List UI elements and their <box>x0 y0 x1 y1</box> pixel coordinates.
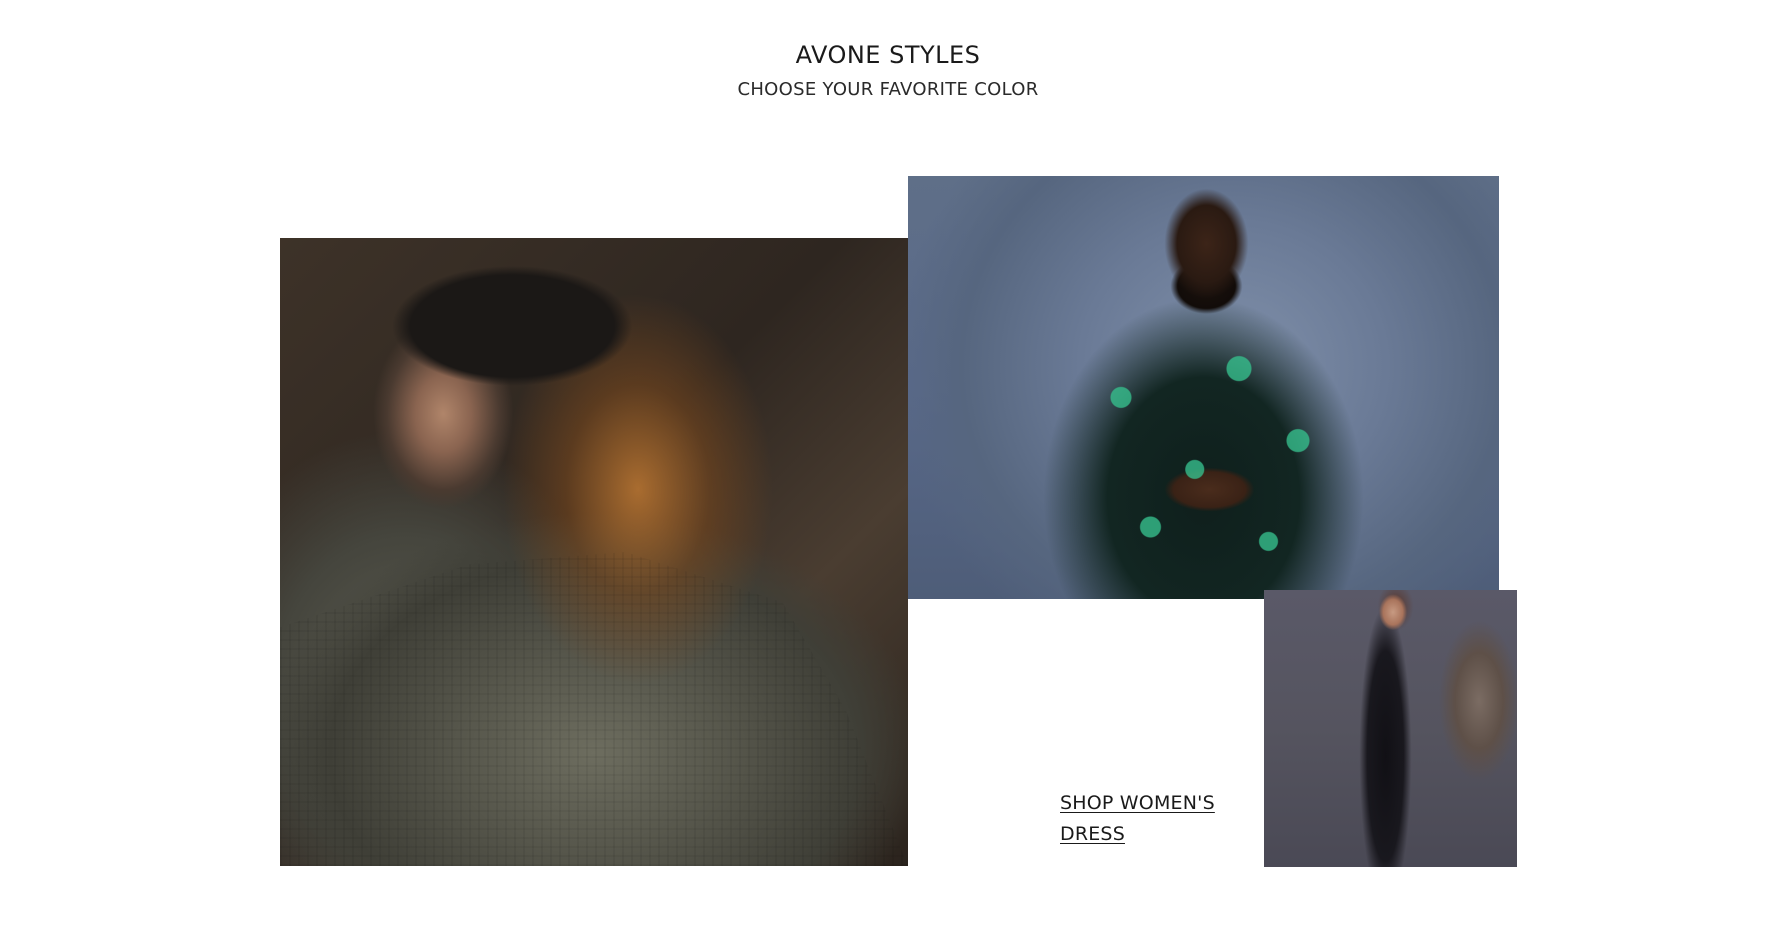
man-in-patterned-shirt-photo <box>908 176 1499 599</box>
woman-in-sequin-dress-photo[interactable] <box>1264 590 1517 867</box>
page-subtitle: CHOOSE YOUR FAVORITE COLOR <box>737 79 1039 100</box>
shop-womens-dress-link[interactable]: SHOP WOMEN'S DRESS <box>1060 788 1240 850</box>
woman-in-cap-photo <box>280 238 908 866</box>
page-title: AVONE STYLES <box>795 41 981 69</box>
page-header: AVONE STYLES CHOOSE YOUR FAVORITE COLOR <box>0 38 1776 102</box>
